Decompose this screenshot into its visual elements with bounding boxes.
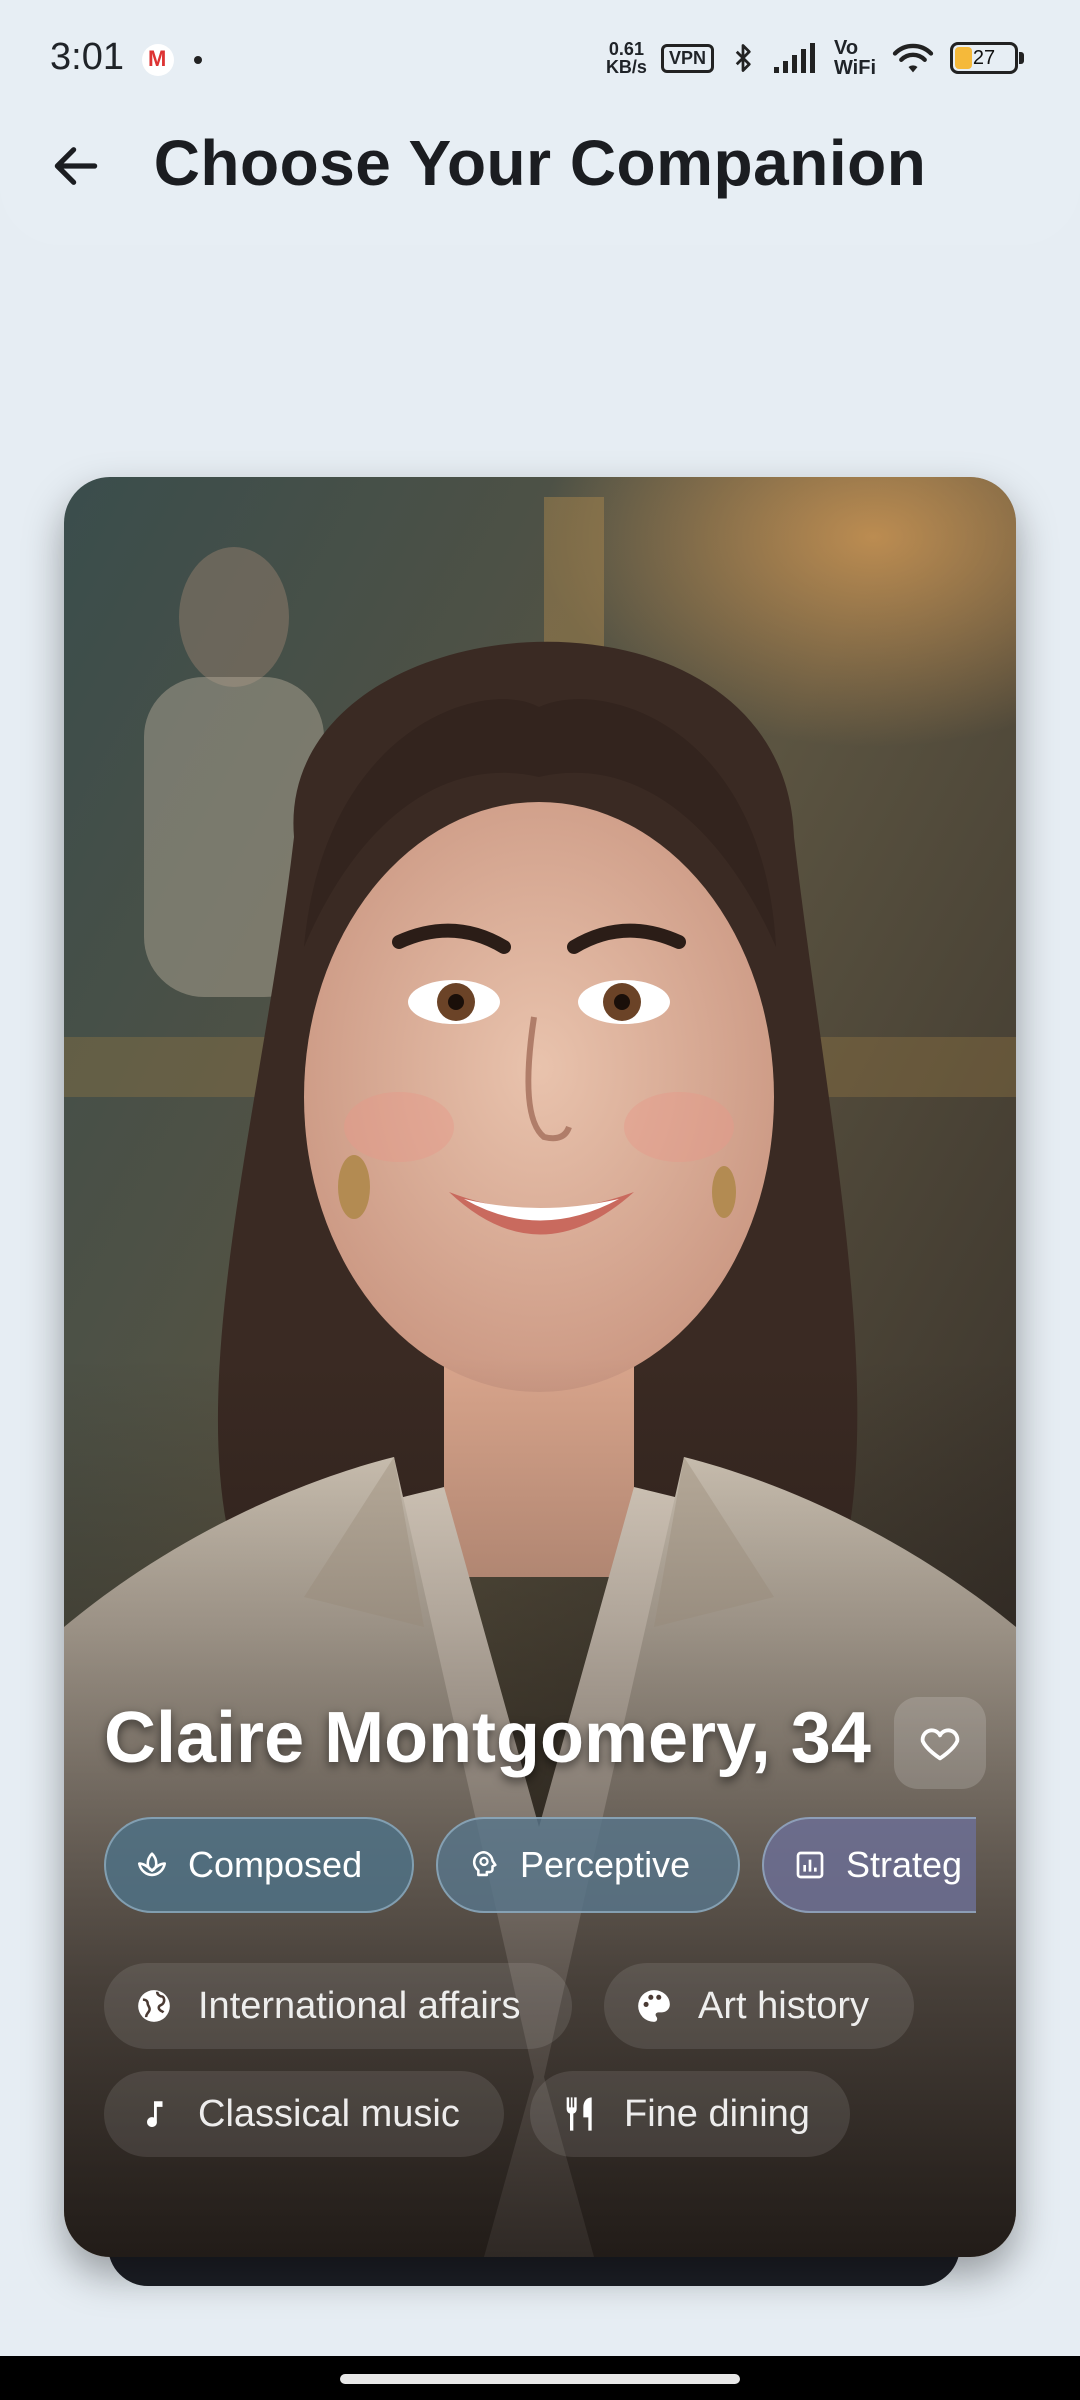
favorite-button[interactable] [894,1697,986,1789]
interest-chip-fine-dining[interactable]: Fine dining [530,2071,850,2157]
status-time: 3:01 [50,36,124,78]
interest-chip-classical-music[interactable]: Classical music [104,2071,504,2157]
home-indicator[interactable] [340,2374,740,2384]
interest-label: Fine dining [624,2092,810,2135]
utensils-icon [560,2094,600,2134]
interest-label: Classical music [198,2092,460,2135]
battery-cap [1019,52,1024,64]
battery-icon: 27 [950,42,1024,74]
music-note-icon [134,2094,174,2134]
network-speed-unit: KB/s [605,57,647,77]
battery-level: 27 [972,47,996,69]
wifi-icon [892,43,934,73]
interest-chip-art-history[interactable]: Art history [604,1963,914,2049]
globe-icon [134,1986,174,2026]
trait-label: Strateg [846,1844,963,1885]
chart-icon [792,1847,828,1883]
heart-outline-icon [920,1728,960,1761]
signal-icon [773,43,815,73]
vowifi-bottom: WiFi [833,57,876,79]
interest-chip-international-affairs[interactable]: International affairs [104,1963,572,2049]
status-bar: 3:01 M 0.61 KB/s VPN Vo WiFi 27 [0,0,1080,120]
system-navigation-bar [0,2356,1080,2400]
trait-label: Perceptive [520,1844,691,1885]
trait-label: Composed [188,1844,363,1885]
gmail-notification-icon: M [142,44,174,76]
network-speed: 0.61 KB/s [606,40,647,76]
lotus-icon [134,1847,170,1883]
page-title: Choose Your Companion [153,127,927,199]
vowifi-top: Vo [833,37,859,59]
trait-chip-perceptive[interactable]: Perceptive [436,1817,740,1913]
palette-icon [634,1986,674,2026]
interest-label: International affairs [198,1984,521,2027]
more-notifications-dot [194,56,202,64]
vpn-icon: VPN [660,43,714,73]
trait-chip-strategic[interactable]: Strateg [762,1817,976,1913]
network-speed-value: 0.61 [608,39,644,59]
trait-chip-composed[interactable]: Composed [104,1817,414,1913]
mind-icon [466,1847,502,1883]
status-icons: 0.61 KB/s VPN Vo WiFi 27 [606,38,1024,78]
interest-label: Art history [698,1984,870,2027]
vowifi-icon: Vo WiFi [834,38,876,78]
companion-card[interactable]: Claire Montgomery, 34 Composed Perceptiv… [64,477,1016,2257]
trait-chips: Composed Perceptive Strateg [104,1817,976,1919]
bluetooth-icon [735,44,751,72]
companion-name: Claire Montgomery, 34 [104,1698,871,1778]
